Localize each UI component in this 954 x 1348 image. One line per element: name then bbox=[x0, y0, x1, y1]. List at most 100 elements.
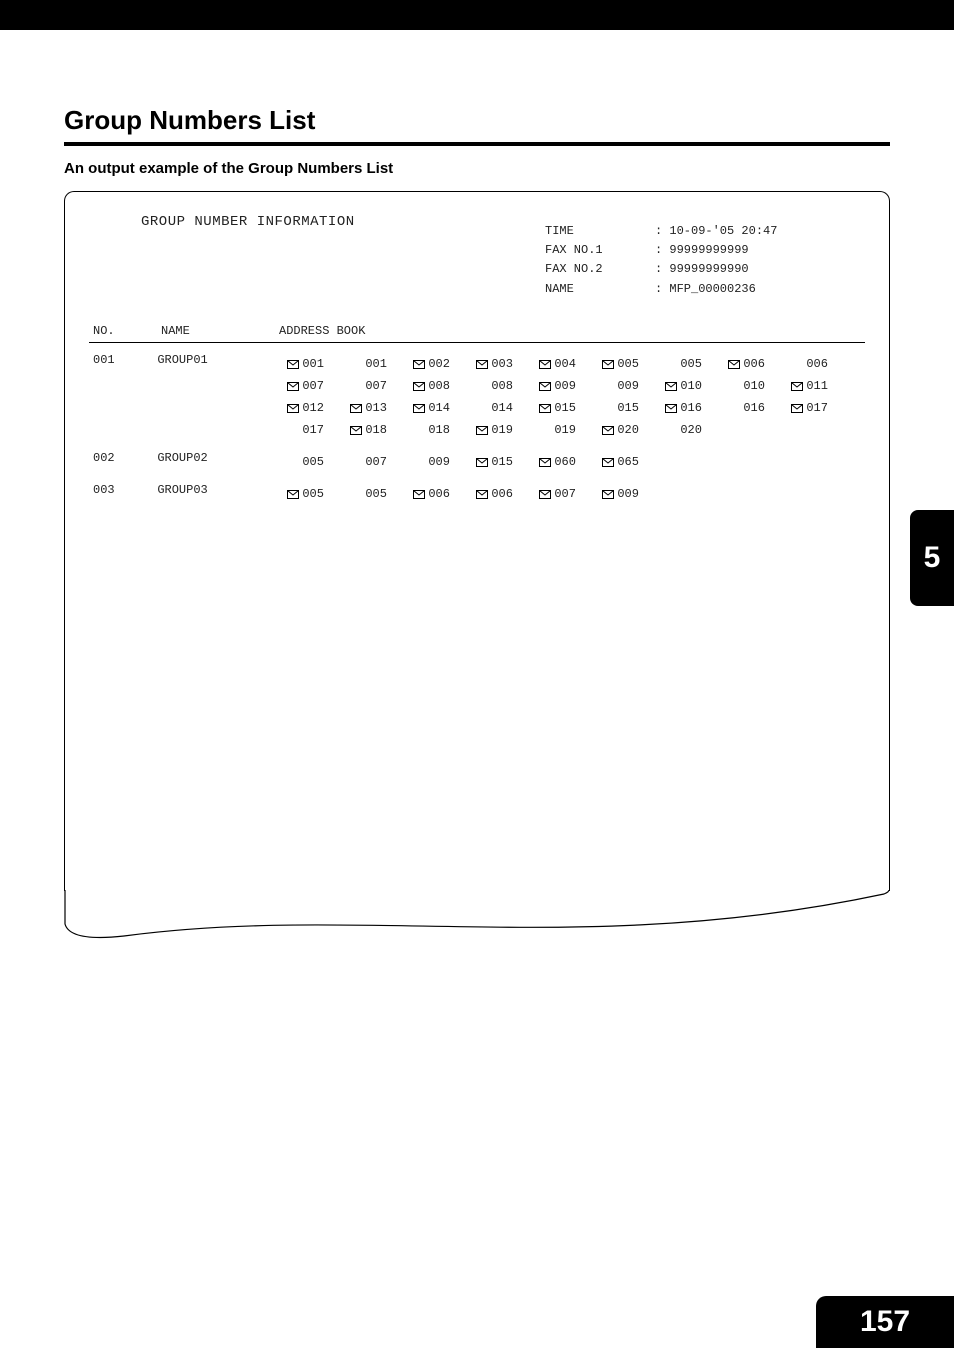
meta-row-fax2: FAX NO.2 : 99999999990 bbox=[545, 260, 777, 279]
mail-icon bbox=[539, 382, 551, 391]
chapter-tab: 5 bbox=[910, 510, 954, 606]
entry-id: 017 bbox=[302, 423, 324, 437]
col-header-no: NO. bbox=[89, 324, 161, 338]
mail-icon bbox=[602, 490, 614, 499]
entry-id: 008 bbox=[491, 379, 513, 393]
entry-id: 006 bbox=[428, 487, 450, 501]
entry-id: 016 bbox=[743, 401, 765, 415]
entry-id: 007 bbox=[365, 379, 387, 393]
address-book-entry: 012 bbox=[269, 397, 332, 419]
entry-id: 020 bbox=[680, 423, 702, 437]
address-book-entry: 009 bbox=[584, 483, 647, 505]
group-name: GROUP03 bbox=[157, 483, 269, 497]
entry-id: 006 bbox=[491, 487, 513, 501]
address-book-entry: 009 bbox=[521, 375, 584, 397]
address-book-entry: 060 bbox=[521, 451, 584, 473]
group-name: GROUP01 bbox=[157, 353, 269, 367]
meta-fax1-value: : 99999999999 bbox=[655, 241, 749, 260]
entry-id: 001 bbox=[302, 357, 324, 371]
entry-id: 006 bbox=[806, 357, 828, 371]
entry-id: 019 bbox=[491, 423, 513, 437]
meta-row-time: TIME : 10-09-'05 20:47 bbox=[545, 222, 777, 241]
address-book-entry: 003 bbox=[458, 353, 521, 375]
address-book-entry: 009 bbox=[395, 451, 458, 473]
address-book-entry: 001 bbox=[269, 353, 332, 375]
page-title: Group Numbers List bbox=[64, 105, 890, 136]
address-book-entry: 007 bbox=[521, 483, 584, 505]
address-book-entry: 008 bbox=[458, 375, 521, 397]
entry-id: 005 bbox=[302, 455, 324, 469]
page-curl bbox=[64, 890, 890, 950]
heading-rule bbox=[64, 142, 890, 146]
entry-id: 019 bbox=[554, 423, 576, 437]
mail-icon bbox=[602, 360, 614, 369]
mail-icon bbox=[476, 458, 488, 467]
mail-icon bbox=[602, 458, 614, 467]
report-meta: TIME : 10-09-'05 20:47 FAX NO.1 : 999999… bbox=[545, 222, 777, 299]
entry-id: 018 bbox=[428, 423, 450, 437]
page-number: 157 bbox=[860, 1305, 910, 1339]
entry-id: 010 bbox=[743, 379, 765, 393]
address-book-entry: 016 bbox=[710, 397, 773, 419]
meta-row-fax1: FAX NO.1 : 99999999999 bbox=[545, 241, 777, 260]
address-book-entry: 015 bbox=[521, 397, 584, 419]
address-book-entry: 001 bbox=[332, 353, 395, 375]
entry-id: 013 bbox=[365, 401, 387, 415]
entry-id: 001 bbox=[365, 357, 387, 371]
address-book-entry: 005 bbox=[269, 483, 332, 505]
address-book-entry: 008 bbox=[395, 375, 458, 397]
address-book-grid: 0010010020030040050050060060070070080080… bbox=[269, 353, 865, 441]
group-row: 003GROUP03005005006006007009 bbox=[89, 483, 865, 505]
entry-id: 015 bbox=[554, 401, 576, 415]
address-book-entry: 017 bbox=[773, 397, 836, 419]
address-book-entry: 005 bbox=[269, 451, 332, 473]
address-book-entry: 006 bbox=[710, 353, 773, 375]
address-book-entry: 018 bbox=[395, 419, 458, 441]
address-book-entry: 020 bbox=[584, 419, 647, 441]
meta-name-value: : MFP_00000236 bbox=[655, 280, 756, 299]
entry-id: 005 bbox=[302, 487, 324, 501]
address-book-entry: 017 bbox=[269, 419, 332, 441]
address-book-entry: 006 bbox=[773, 353, 836, 375]
mail-icon bbox=[539, 458, 551, 467]
report-sheet: GROUP NUMBER INFORMATION TIME : 10-09-'0… bbox=[64, 191, 890, 891]
group-row: 001GROUP01001001002003004005005006006007… bbox=[89, 353, 865, 441]
meta-fax1-label: FAX NO.1 bbox=[545, 241, 655, 260]
address-book-entry: 006 bbox=[458, 483, 521, 505]
entry-id: 005 bbox=[617, 357, 639, 371]
entry-id: 065 bbox=[617, 455, 639, 469]
address-book-entry: 016 bbox=[647, 397, 710, 419]
entry-id: 016 bbox=[680, 401, 702, 415]
entry-id: 015 bbox=[617, 401, 639, 415]
entry-id: 003 bbox=[491, 357, 513, 371]
address-book-entry: 010 bbox=[647, 375, 710, 397]
meta-fax2-value: : 99999999990 bbox=[655, 260, 749, 279]
entry-id: 060 bbox=[554, 455, 576, 469]
address-book-entry: 015 bbox=[458, 451, 521, 473]
entry-id: 010 bbox=[680, 379, 702, 393]
mail-icon bbox=[665, 404, 677, 413]
entry-id: 014 bbox=[491, 401, 513, 415]
groups-container: 001GROUP01001001002003004005005006006007… bbox=[89, 353, 865, 505]
address-book-entry: 006 bbox=[395, 483, 458, 505]
meta-time-label: TIME bbox=[545, 222, 655, 241]
mail-icon bbox=[791, 382, 803, 391]
address-book-entry: 019 bbox=[458, 419, 521, 441]
address-book-entry: 013 bbox=[332, 397, 395, 419]
mail-icon bbox=[413, 382, 425, 391]
entry-id: 009 bbox=[554, 379, 576, 393]
address-book-entry: 002 bbox=[395, 353, 458, 375]
entry-id: 015 bbox=[491, 455, 513, 469]
entry-id: 008 bbox=[428, 379, 450, 393]
page-number-tab: 157 bbox=[816, 1296, 954, 1348]
meta-fax2-label: FAX NO.2 bbox=[545, 260, 655, 279]
address-book-entry: 007 bbox=[332, 451, 395, 473]
address-book-entry: 009 bbox=[584, 375, 647, 397]
address-book-entry: 010 bbox=[710, 375, 773, 397]
meta-row-name: NAME : MFP_00000236 bbox=[545, 280, 777, 299]
group-name: GROUP02 bbox=[157, 451, 269, 465]
address-book-entry: 005 bbox=[332, 483, 395, 505]
mail-icon bbox=[413, 490, 425, 499]
entry-id: 005 bbox=[680, 357, 702, 371]
mail-icon bbox=[287, 490, 299, 499]
